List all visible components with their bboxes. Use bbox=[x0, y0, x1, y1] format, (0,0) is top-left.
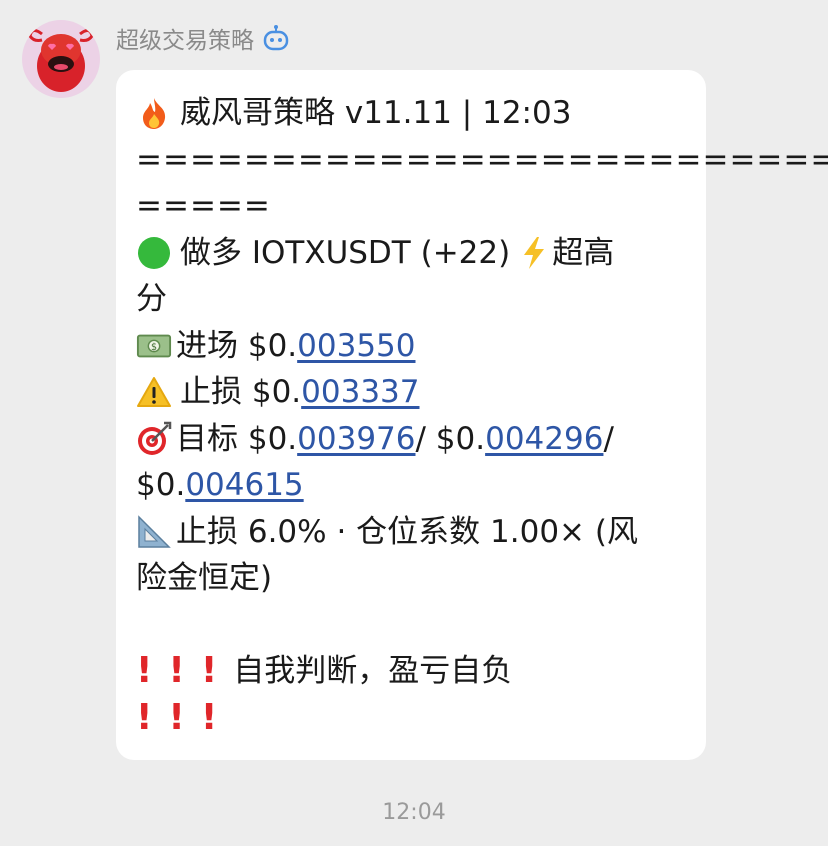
message-bubble[interactable]: 威风哥策略 v11.11 | 12:03 ===================… bbox=[116, 70, 828, 760]
entry-label: 进场 $0. bbox=[176, 327, 298, 364]
target-3-prefix: $0. bbox=[136, 467, 186, 503]
fire-icon bbox=[136, 95, 172, 131]
money-icon: $ bbox=[136, 328, 172, 364]
exclamation-icon: ! bbox=[168, 696, 185, 738]
exclamation-icon: ! bbox=[200, 696, 218, 738]
risk-line: 止损 6.0% · 仓位系数 1.00× (风 bbox=[136, 509, 688, 556]
entry-line: $ 进场 $0. 003550 bbox=[136, 323, 688, 370]
message-timestamp: 12:04 bbox=[382, 800, 446, 825]
target-line: 目标 $0. 003976 / $0. 004296 / bbox=[136, 416, 688, 463]
strategy-title: 威风哥策略 v11.11 | 12:03 bbox=[180, 95, 572, 131]
target-2-link[interactable]: 004296 bbox=[485, 416, 603, 463]
sender-name[interactable]: 超级交易策略 bbox=[116, 21, 254, 55]
title-line: 威风哥策略 v11.11 | 12:03 bbox=[136, 90, 688, 137]
target-line-wrap: $0. 004615 bbox=[136, 462, 688, 509]
lightning-icon bbox=[516, 235, 552, 271]
sender-header: 超级交易策略 bbox=[116, 22, 290, 54]
target-3-link[interactable]: 004615 bbox=[185, 462, 303, 509]
exclamation-icon: ! bbox=[136, 650, 153, 691]
target-label: 目标 $0. bbox=[176, 420, 298, 457]
svg-text:$: $ bbox=[151, 342, 157, 353]
stop-loss-line: 止损 $0. 003337 bbox=[136, 369, 688, 416]
bot-icon bbox=[262, 24, 290, 52]
bullseye-icon bbox=[136, 421, 172, 457]
target-1-link[interactable]: 003976 bbox=[297, 416, 415, 463]
exclamation-icon: ! bbox=[168, 650, 185, 691]
green-circle-icon bbox=[136, 235, 172, 271]
exclamation-icon: ! bbox=[200, 650, 218, 691]
warning-line-wrap: ! ! ! bbox=[136, 695, 688, 742]
signal-text: 做多 IOTXUSDT (+22) bbox=[180, 234, 511, 271]
risk-text: 止损 6.0% · 仓位系数 1.00× (风 bbox=[176, 513, 638, 550]
signal-line: 做多 IOTXUSDT (+22) 超高 bbox=[136, 230, 688, 277]
triangle-ruler-icon bbox=[136, 514, 172, 550]
signal-tag: 超高 bbox=[552, 234, 615, 271]
warning-line: ! ! ! 自我判断，盈亏自负 bbox=[136, 648, 688, 695]
stop-price-link[interactable]: 003337 bbox=[301, 369, 419, 416]
separator-line-2: ===== bbox=[136, 188, 271, 224]
entry-price-link[interactable]: 003550 bbox=[297, 323, 415, 370]
target-sep: / $0. bbox=[415, 420, 486, 457]
separator-line-1: ========================== bbox=[136, 141, 828, 178]
sender-avatar[interactable] bbox=[22, 20, 100, 98]
target-sep-2: / bbox=[603, 420, 614, 457]
stop-label: 止损 $0. bbox=[180, 374, 302, 410]
signal-line-wrap: 分 bbox=[136, 281, 167, 317]
exclamation-icon: ! bbox=[136, 696, 153, 738]
disclaimer-text: 自我判断，盈亏自负 bbox=[233, 653, 513, 689]
red-creature-avatar-icon bbox=[28, 29, 94, 92]
risk-line-wrap: 险金恒定) bbox=[136, 560, 273, 596]
warning-icon bbox=[136, 374, 172, 410]
